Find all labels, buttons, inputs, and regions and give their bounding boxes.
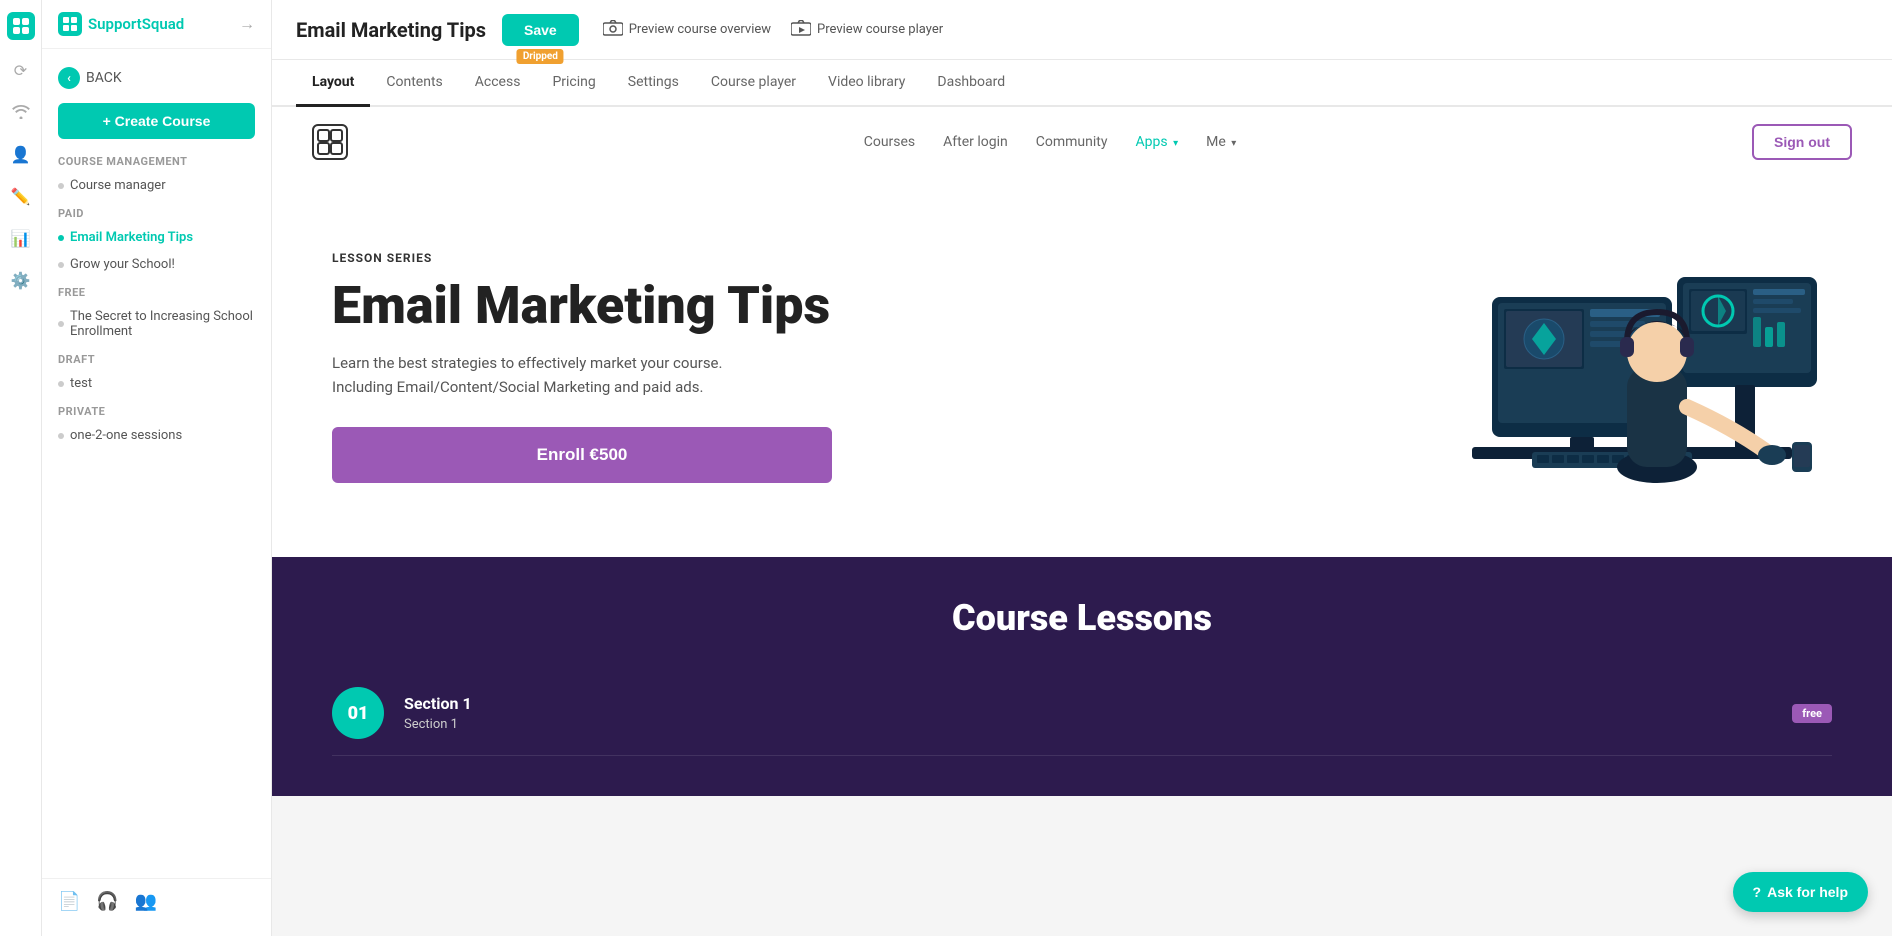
question-mark-icon: ? (1753, 884, 1762, 900)
tabs-bar: Layout Contents Access Pricing Settings … (272, 60, 1892, 107)
main-content: Email Marketing Tips Save Dripped Previe… (272, 0, 1892, 936)
course-management-label: COURSE MANAGEMENT (42, 147, 271, 172)
chevron-down-icon: ▾ (1231, 138, 1236, 149)
preview-overview-link[interactable]: Preview course overview (603, 20, 771, 40)
icon-rail: ⟳ 👤 ✏️ 📊 ⚙️ (0, 0, 42, 936)
nav-me[interactable]: Me ▾ (1206, 134, 1236, 150)
lesson-name: Section 1 (404, 694, 1772, 713)
tab-settings[interactable]: Settings (612, 60, 695, 107)
nav-after-login[interactable]: After login (943, 134, 1008, 150)
sidebar-item-email-marketing[interactable]: Email Marketing Tips (42, 224, 271, 251)
nav-courses[interactable]: Courses (864, 134, 915, 150)
back-button[interactable]: ‹ BACK (42, 61, 271, 95)
dot-icon (58, 262, 64, 268)
lessons-title: Course Lessons (332, 597, 1832, 639)
back-circle-icon: ‹ (58, 67, 80, 89)
edit-icon[interactable]: ✏️ (9, 184, 33, 208)
lesson-free-badge: free (1792, 704, 1832, 723)
tab-pricing[interactable]: Pricing (536, 60, 611, 107)
preview-logo (312, 124, 348, 160)
preview-links: Preview course overview Preview course p… (603, 20, 943, 40)
ask-for-help-button[interactable]: ? Ask for help (1733, 872, 1868, 912)
hero-title: Email Marketing Tips (332, 277, 1372, 334)
brand-icon (58, 12, 82, 36)
enroll-button[interactable]: Enroll €500 (332, 427, 832, 483)
course-title: Email Marketing Tips (296, 18, 486, 42)
preview-player-link[interactable]: Preview course player (791, 20, 943, 40)
settings-icon[interactable]: ⚙️ (9, 268, 33, 292)
export-icon[interactable]: → (239, 14, 255, 34)
save-btn-wrapper: Save Dripped (502, 14, 579, 46)
tab-layout[interactable]: Layout (296, 60, 370, 107)
course-preview: Courses After login Community Apps ▾ Me … (272, 107, 1892, 936)
sidebar-item-secret[interactable]: The Secret to Increasing School Enrollme… (42, 303, 271, 345)
hero-section: LESSON SERIES Email Marketing Tips Learn… (272, 177, 1892, 557)
tab-video-library[interactable]: Video library (812, 60, 921, 107)
nav-community[interactable]: Community (1036, 134, 1108, 150)
preview-nav-links: Courses After login Community Apps ▾ Me … (380, 134, 1720, 150)
nav-apps[interactable]: Apps ▾ (1135, 134, 1178, 150)
camera-icon (603, 20, 623, 40)
dot-icon (58, 381, 64, 387)
preview-nav: Courses After login Community Apps ▾ Me … (272, 107, 1892, 177)
save-button[interactable]: Save (502, 14, 579, 46)
private-label: PRIVATE (42, 397, 271, 422)
dot-icon (58, 433, 64, 439)
user-circle-icon[interactable]: 👥 (135, 891, 157, 912)
play-camera-icon (791, 20, 811, 40)
tab-course-player[interactable]: Course player (695, 60, 812, 107)
sidebar-item-course-manager[interactable]: Course manager (42, 172, 271, 199)
headset-icon[interactable]: 🎧 (96, 891, 118, 912)
free-label: FREE (42, 278, 271, 303)
tab-access[interactable]: Access (459, 60, 537, 107)
sidebar-bottom-icons: 📄 🎧 👥 (42, 878, 271, 924)
tab-dashboard[interactable]: Dashboard (921, 60, 1021, 107)
hero-description: Learn the best strategies to effectively… (332, 351, 1372, 399)
sign-out-button[interactable]: Sign out (1752, 124, 1852, 160)
paid-label: PAID (42, 199, 271, 224)
dripped-badge: Dripped (517, 49, 564, 64)
lesson-series-label: LESSON SERIES (332, 251, 1372, 265)
preview-player-label: Preview course player (817, 22, 943, 37)
dot-icon (58, 235, 64, 241)
hero-content: LESSON SERIES Email Marketing Tips Learn… (332, 251, 1372, 482)
lesson-info: Section 1 Section 1 (404, 694, 1772, 732)
dot-icon (58, 183, 64, 189)
lessons-section: Course Lessons 01 Section 1 Section 1 fr… (272, 557, 1892, 796)
lesson-subtitle: Section 1 (404, 717, 1772, 732)
wifi-icon[interactable] (9, 100, 33, 124)
tab-contents[interactable]: Contents (370, 60, 458, 107)
lesson-number: 01 (332, 687, 384, 739)
top-bar: Email Marketing Tips Save Dripped Previe… (272, 0, 1892, 60)
lesson-card: 01 Section 1 Section 1 free (332, 671, 1832, 756)
chevron-down-icon: ▾ (1173, 138, 1178, 149)
draft-label: DRAFT (42, 345, 271, 370)
brand-name[interactable]: SupportSquad (58, 12, 231, 36)
hero-image (1412, 217, 1832, 517)
sidebar-item-grow-school[interactable]: Grow your School! (42, 251, 271, 278)
preview-overview-label: Preview course overview (629, 22, 771, 37)
documents-icon[interactable]: 📄 (58, 891, 80, 912)
sidebar-item-test[interactable]: test (42, 370, 271, 397)
sidebar-header: SupportSquad → (42, 12, 271, 49)
sidebar-item-one2one[interactable]: one-2-one sessions (42, 422, 271, 449)
history-icon[interactable]: ⟳ (9, 58, 33, 82)
users-icon[interactable]: 👤 (9, 142, 33, 166)
dot-icon (58, 321, 64, 327)
sidebar: SupportSquad → ‹ BACK + Create Course CO… (42, 0, 272, 936)
chart-icon[interactable]: 📊 (9, 226, 33, 250)
create-course-button[interactable]: + Create Course (58, 103, 255, 139)
brand-logo-icon[interactable] (7, 12, 35, 40)
